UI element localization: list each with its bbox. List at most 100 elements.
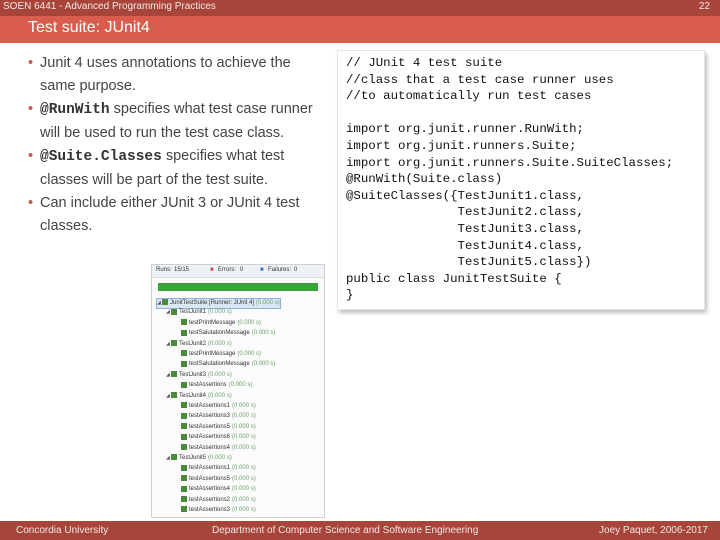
bullet-list: • Junit 4 uses annotations to achieve the…	[28, 52, 328, 238]
test-time: (0.000 s)	[237, 351, 262, 357]
errors-label: Errors:	[218, 267, 236, 273]
test-pass-icon	[171, 454, 177, 461]
test-name: TestJunit1	[179, 309, 207, 316]
bullet-code: @Suite.Classes	[40, 149, 162, 165]
test-pass-icon	[181, 475, 187, 482]
test-pass-icon	[181, 485, 187, 492]
test-name: testPrintMessage	[189, 351, 236, 357]
test-pass-icon	[171, 392, 177, 399]
test-time: (0.000 s)	[208, 455, 232, 461]
footer-university: Concordia University	[16, 525, 109, 536]
test-name: JunitTestSuite [Runner: JUnit 4]	[170, 300, 255, 306]
test-pass-icon	[181, 464, 187, 471]
bullet-dot-icon: •	[28, 55, 34, 71]
failures-icon: ■	[260, 267, 264, 273]
slide-number: 22	[698, 1, 710, 12]
test-pass-icon	[181, 423, 187, 430]
code-line: public class JunitTestSuite {	[346, 271, 562, 286]
test-class-row[interactable]: ◢ TestJunit3 (0.000 s)	[166, 371, 232, 380]
test-method-row[interactable]: testPrintMessage (0.000 s)	[176, 319, 261, 328]
junit-summary-bar: Runs: 15/15 ■ Errors: 0 ■ Failures: 0	[152, 265, 324, 278]
test-method-row[interactable]: testPrintMessage (0.000 s)	[176, 350, 261, 359]
test-pass-icon	[181, 444, 187, 451]
test-time: (0.000 s)	[237, 319, 262, 326]
bullet-dot-icon: •	[28, 101, 34, 117]
test-name: testSalutationMessage	[189, 361, 250, 368]
footer-author: Joey Paquet, 2006-2017	[599, 525, 708, 536]
code-line: import org.junit.runners.Suite.SuiteClas…	[346, 155, 674, 170]
failures-label: Failures:	[268, 267, 292, 273]
title-bar: Test suite: JUnit4	[0, 16, 720, 43]
code-line: TestJunit5.class})	[346, 255, 592, 270]
test-name: testAssertions5	[189, 475, 231, 482]
test-time: (0.000 s)	[232, 475, 256, 482]
test-name: testAssertions6	[189, 434, 231, 441]
test-time: (0.000 s)	[208, 309, 232, 316]
test-time: (0.000 s)	[251, 330, 276, 337]
test-pass-icon	[181, 381, 187, 388]
test-time: (0.000 s)	[232, 434, 256, 441]
test-method-row[interactable]: testAssertions4 (0.000 s)	[176, 485, 256, 494]
code-line: TestJunit3.class,	[346, 221, 584, 236]
test-method-row[interactable]: testAssertions5 (0.000 s)	[176, 423, 256, 432]
test-class-row[interactable]: ◢ TestJunit1 (0.000 s)	[166, 308, 232, 317]
test-time: (0.000 s)	[251, 361, 276, 368]
test-suite-row[interactable]: ◢ JunitTestSuite [Runner: JUnit 4] (0.000 …	[156, 298, 281, 309]
errors-value: 0	[240, 267, 244, 273]
test-method-row[interactable]: testAssertions6 (0.000 s)	[176, 433, 256, 442]
runs-value: 15/15	[174, 267, 190, 273]
runs-label: Runs:	[156, 267, 172, 273]
test-method-row[interactable]: testSalutationMessage (0.000 s)	[176, 329, 275, 338]
test-name: testAssertions5	[189, 423, 231, 430]
bullet-dot-icon: •	[28, 148, 34, 164]
test-time: (0.000 s)	[232, 496, 256, 503]
test-time: (0.000 s)	[208, 392, 232, 399]
top-header-band: SOEN 6441 - Advanced Programming Practic…	[0, 0, 720, 16]
errors-icon: ■	[210, 267, 214, 273]
test-method-row[interactable]: testAssertions2 (0.000 s)	[176, 496, 256, 505]
course-name: SOEN 6441 - Advanced Programming Practic…	[3, 1, 216, 12]
code-snippet-box: // JUnit 4 test suite //class that a test…	[337, 50, 705, 310]
test-time: (0.000 s)	[232, 444, 256, 451]
bullet-code: @RunWith	[40, 102, 110, 118]
test-name: TestJunit5	[179, 455, 207, 461]
test-method-row[interactable]: testAssertions1 (0.000 s)	[176, 464, 256, 473]
code-line: }	[346, 288, 354, 303]
code-snippet: // JUnit 4 test suite //class that a test…	[346, 55, 673, 304]
test-name: testAssertions4	[189, 486, 231, 493]
test-name: testPrintMessage	[189, 319, 236, 326]
code-line: TestJunit4.class,	[346, 238, 584, 253]
test-method-row[interactable]: testAssertions4 (0.000 s)	[176, 444, 256, 453]
test-pass-icon	[171, 340, 177, 347]
test-class-row[interactable]: ◢ TestJunit4 (0.000 s)	[166, 392, 232, 401]
footer-band: Concordia University Department of Compu…	[0, 521, 720, 540]
test-pass-icon	[181, 496, 187, 503]
bullet-item: • Junit 4 uses annotations to achieve the…	[28, 52, 328, 98]
test-name: testAssertions1	[189, 465, 231, 472]
code-line: //class that a test case runner uses	[346, 72, 614, 87]
test-method-row[interactable]: testAssertions3 (0.000 s)	[176, 412, 256, 421]
test-pass-icon	[171, 308, 177, 315]
test-pass-icon	[181, 402, 187, 409]
test-method-row[interactable]: testSalutationMessage (0.000 s)	[176, 360, 275, 369]
test-pass-icon	[181, 433, 187, 440]
test-class-row[interactable]: ◢ TestJunit2 (0.000 s)	[166, 340, 232, 349]
test-time: (0.000 s)	[232, 403, 256, 409]
slide-title: Test suite: JUnit4	[28, 19, 150, 36]
test-method-row[interactable]: testAssertions (0.000 s)	[176, 381, 252, 390]
test-class-row[interactable]: ◢ TestJunit5 (0.000 s)	[166, 454, 232, 463]
test-name: testAssertions1	[189, 403, 231, 409]
failures-value: 0	[294, 267, 298, 273]
test-pass-icon	[162, 299, 168, 306]
test-method-row[interactable]: testAssertions3 (0.000 s)	[176, 506, 256, 515]
test-name: TestJunit4	[179, 392, 207, 399]
test-time: (0.000 s)	[232, 465, 256, 472]
bullet-item: • Can include either JUnit 3 or JUnit 4 t…	[28, 192, 328, 238]
test-name: TestJunit2	[179, 340, 207, 347]
test-pass-icon	[181, 506, 187, 513]
test-method-row[interactable]: testAssertions5 (0.000 s)	[176, 475, 256, 484]
test-method-row[interactable]: testAssertions1 (0.000 s)	[176, 402, 256, 411]
bullet-dot-icon: •	[28, 195, 34, 211]
test-name: TestJunit3	[179, 371, 207, 378]
